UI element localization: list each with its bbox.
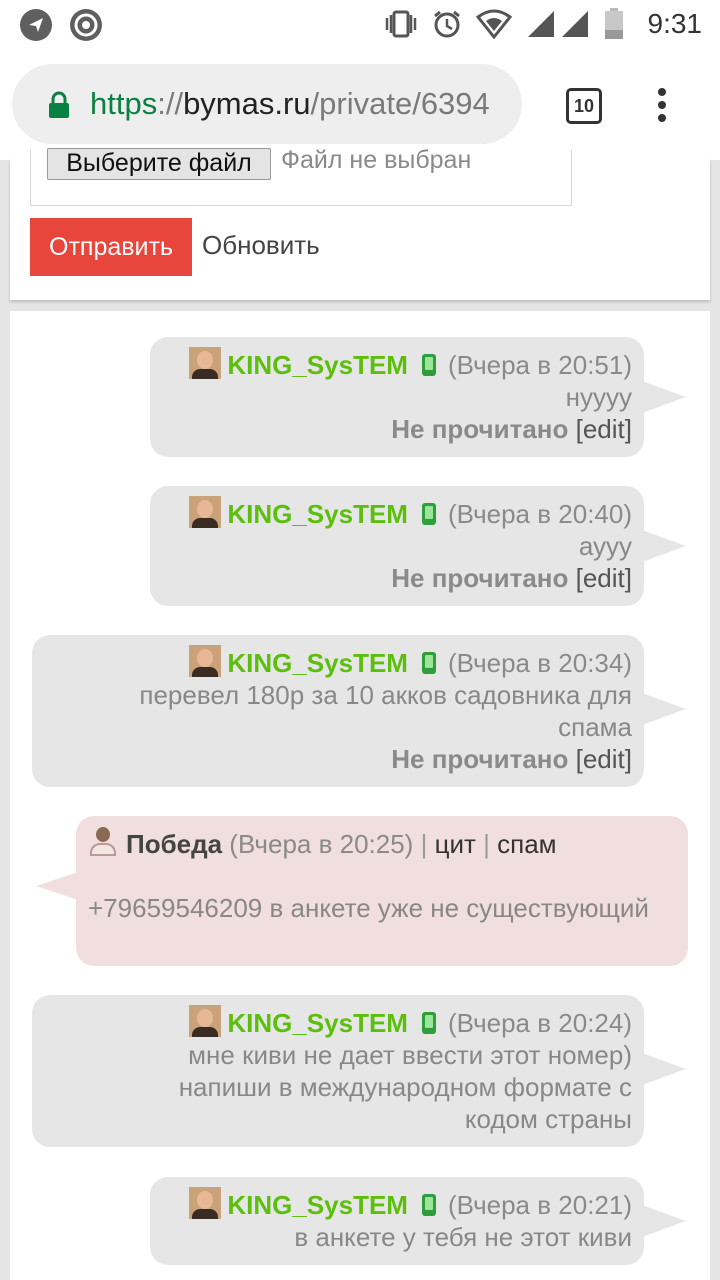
send-button[interactable]: Отправить bbox=[30, 218, 192, 276]
send-icon bbox=[20, 9, 52, 41]
mobile-icon bbox=[421, 503, 436, 525]
mobile-icon bbox=[421, 354, 436, 376]
message-text: перевел 180р за 10 акков садовника для с… bbox=[139, 680, 632, 742]
status-bar: 9:31 bbox=[0, 0, 720, 50]
message-time: (Вчера в 20:25) bbox=[229, 829, 414, 859]
message-item: Победа (Вчера в 20:25) | цит | спам +796… bbox=[36, 816, 688, 966]
tab-count-button[interactable]: 10 bbox=[566, 88, 602, 124]
message-time: (Вчера в 20:40) bbox=[447, 499, 632, 529]
read-status: Не прочитано bbox=[391, 563, 569, 593]
message-time: (Вчера в 20:34) bbox=[447, 648, 632, 678]
mobile-icon bbox=[421, 1012, 436, 1034]
battery-icon bbox=[604, 8, 623, 39]
read-status: Не прочитано bbox=[391, 744, 569, 774]
vibrate-icon bbox=[385, 10, 416, 38]
refresh-link[interactable]: Обновить bbox=[202, 230, 320, 261]
wifi-icon bbox=[475, 9, 512, 39]
choose-file-button[interactable]: Выберите файл bbox=[47, 148, 271, 180]
message-time: (Вчера в 20:24) bbox=[447, 1008, 632, 1038]
avatar bbox=[189, 496, 222, 528]
message-item: KING_SysTEM (Вчера в 20:40) аууу Не прочи… bbox=[150, 486, 686, 606]
address-bar[interactable]: https://bymas.ru/private/6394 bbox=[12, 64, 522, 144]
alarm-icon bbox=[433, 10, 460, 38]
message-time: (Вчера в 20:51) bbox=[447, 350, 632, 380]
avatar bbox=[189, 1005, 222, 1037]
message-item: KING_SysTEM (Вчера в 20:24) мне киви не д… bbox=[32, 995, 686, 1147]
mobile-icon bbox=[421, 1194, 436, 1216]
avatar bbox=[189, 347, 222, 379]
message-item: KING_SysTEM (Вчера в 20:51) нуууу Не проч… bbox=[150, 337, 686, 457]
clock: 9:31 bbox=[647, 8, 703, 39]
read-status: Не прочитано bbox=[391, 414, 569, 444]
message-text: аууу bbox=[578, 531, 632, 561]
message-time: (Вчера в 20:21) bbox=[447, 1190, 632, 1220]
signal-icon bbox=[527, 11, 588, 37]
user-icon bbox=[88, 826, 118, 858]
avatar bbox=[189, 1187, 222, 1219]
message-text: мне киви не дает ввести этот номер) напи… bbox=[178, 1040, 632, 1134]
username-link[interactable]: KING_SysTEM bbox=[227, 350, 408, 380]
message-item: KING_SysTEM (Вчера в 20:34) перевел 180р … bbox=[32, 635, 686, 787]
edit-link[interactable]: [edit] bbox=[576, 414, 632, 444]
message-text: в анкете у тебя не этот киви bbox=[294, 1222, 632, 1252]
menu-icon[interactable] bbox=[658, 88, 668, 127]
lock-icon bbox=[48, 91, 70, 118]
message-text: нуууу bbox=[565, 382, 632, 412]
reply-form: Выберите файл Файл не выбран Отправить О… bbox=[10, 146, 710, 300]
username-link[interactable]: KING_SysTEM bbox=[227, 1008, 408, 1038]
username-link[interactable]: KING_SysTEM bbox=[227, 499, 408, 529]
message-list: KING_SysTEM (Вчера в 20:51) нуууу Не проч… bbox=[10, 311, 710, 1280]
message-text: +79659546209 в анкете уже не существующи… bbox=[88, 893, 649, 923]
edit-link[interactable]: [edit] bbox=[576, 563, 632, 593]
file-upload-area: Выберите файл Файл не выбран bbox=[30, 146, 572, 206]
url-text: https://bymas.ru/private/6394 bbox=[90, 86, 490, 121]
username-link[interactable]: Победа bbox=[126, 829, 222, 859]
file-status: Файл не выбран bbox=[281, 146, 472, 174]
spam-link[interactable]: спам bbox=[497, 829, 556, 859]
quote-link[interactable]: цит bbox=[435, 829, 476, 859]
username-link[interactable]: KING_SysTEM bbox=[227, 1190, 408, 1220]
browser-toolbar: https://bymas.ru/private/6394 10 bbox=[0, 50, 720, 160]
avatar bbox=[189, 645, 222, 677]
message-item: KING_SysTEM (Вчера в 20:21) в анкете у те… bbox=[150, 1177, 686, 1265]
edit-link[interactable]: [edit] bbox=[576, 744, 632, 774]
chrome-icon bbox=[70, 9, 102, 41]
username-link[interactable]: KING_SysTEM bbox=[227, 648, 408, 678]
mobile-icon bbox=[421, 652, 436, 674]
